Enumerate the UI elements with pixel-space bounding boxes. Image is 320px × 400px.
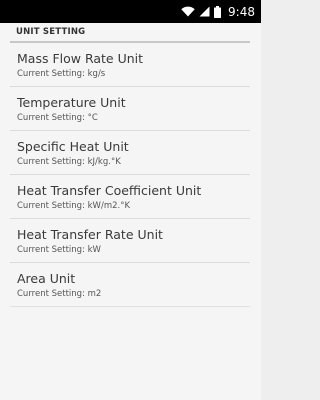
- setting-title: Heat Transfer Coefficient Unit: [17, 183, 202, 198]
- settings-screen: UNIT SETTING Mass Flow Rate Unit Current…: [0, 23, 261, 400]
- setting-current-value: Current Setting: kg/s: [17, 69, 106, 79]
- setting-title: Specific Heat Unit: [17, 139, 129, 154]
- setting-mass-flow-rate-unit[interactable]: Mass Flow Rate Unit Current Setting: kg/…: [10, 43, 250, 87]
- setting-current-value: Current Setting: kW: [17, 245, 101, 255]
- setting-current-value: Current Setting: kW/m2.°K: [17, 201, 131, 211]
- status-bar: 9:48: [0, 0, 261, 23]
- setting-heat-transfer-rate-unit[interactable]: Heat Transfer Rate Unit Current Setting:…: [10, 219, 250, 263]
- setting-title: Area Unit: [17, 271, 76, 286]
- setting-temperature-unit[interactable]: Temperature Unit Current Setting: °C: [10, 87, 250, 131]
- setting-heat-transfer-coefficient-unit[interactable]: Heat Transfer Coefficient Unit Current S…: [10, 175, 250, 219]
- setting-title: Heat Transfer Rate Unit: [17, 227, 163, 242]
- setting-title: Temperature Unit: [17, 95, 126, 110]
- setting-current-value: Current Setting: kJ/kg.°K: [17, 157, 121, 167]
- battery-icon: [214, 5, 222, 18]
- status-clock: 9:48: [228, 4, 255, 19]
- setting-area-unit[interactable]: Area Unit Current Setting: m2: [10, 263, 250, 307]
- setting-specific-heat-unit[interactable]: Specific Heat Unit Current Setting: kJ/k…: [10, 131, 250, 175]
- signal-icon: [199, 6, 210, 17]
- setting-current-value: Current Setting: °C: [17, 113, 98, 123]
- section-title: UNIT SETTING: [16, 27, 86, 37]
- wifi-icon: [181, 6, 195, 17]
- setting-current-value: Current Setting: m2: [17, 289, 102, 299]
- section-header: UNIT SETTING: [10, 23, 250, 43]
- settings-list: Mass Flow Rate Unit Current Setting: kg/…: [10, 43, 250, 307]
- setting-title: Mass Flow Rate Unit: [17, 51, 144, 66]
